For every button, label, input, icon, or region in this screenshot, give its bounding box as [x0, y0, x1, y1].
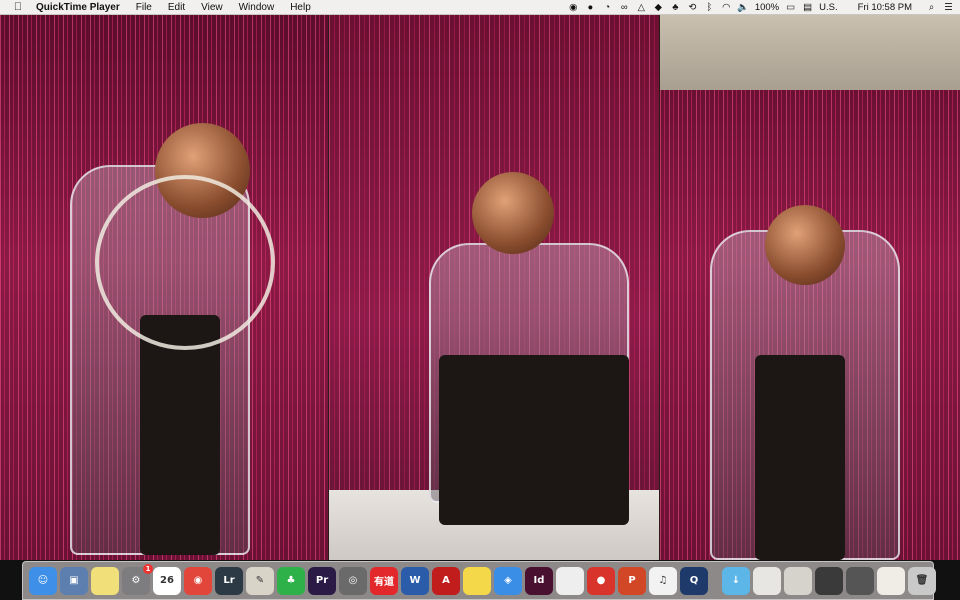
menu-window[interactable]: Window: [231, 0, 283, 15]
dock-glyph: 有道: [374, 577, 394, 588]
textedit-icon[interactable]: [556, 566, 584, 595]
window-thumb-icon[interactable]: [815, 566, 843, 595]
dock-glyph: 26: [160, 575, 174, 586]
quicktime-video-frame[interactable]: [0, 15, 960, 560]
menu-help[interactable]: Help: [282, 0, 319, 15]
downloads-folder-icon[interactable]: ↓: [722, 566, 750, 595]
dock-glyph: Q: [689, 575, 699, 586]
voice-memos-icon[interactable]: ●: [587, 566, 615, 595]
dock-glyph: ◈: [504, 575, 512, 586]
itunes-icon[interactable]: ♫: [649, 566, 677, 595]
dropbox-icon[interactable]: ◆: [653, 2, 664, 13]
battery-percent[interactable]: 100%: [755, 2, 779, 13]
dock-glyph: ↓: [731, 575, 741, 586]
app-menu[interactable]: QuickTime Player: [26, 0, 128, 15]
dock-glyph: P: [628, 575, 636, 586]
menu-view[interactable]: View: [193, 0, 231, 15]
preview-icon[interactable]: ▣: [60, 566, 88, 595]
dock-glyph: ♫: [658, 575, 668, 586]
apple-menu-icon[interactable]: : [10, 1, 26, 13]
record-dot-icon[interactable]: ●: [585, 2, 596, 13]
dock-glyph: ☺: [37, 575, 49, 586]
youdao-icon[interactable]: 有道: [370, 566, 398, 595]
bluetooth-icon[interactable]: ᛒ: [704, 2, 715, 13]
wechat-icon[interactable]: ◔: [602, 2, 613, 13]
document-thumb-icon[interactable]: [877, 566, 905, 595]
menu-bar-extras: ◉ ● ◔ ∞ △ ◆ ♣ ⟲ ᛒ ◠ 🔈 100% ▭ ▤ U.S. Fri …: [568, 0, 954, 15]
premiere-icon[interactable]: Pr: [308, 566, 336, 595]
performer-left-hose: [95, 175, 275, 350]
dock-glyph: ✎: [255, 575, 265, 586]
dock: ☺ ▣ ⚙ 1 26 ◉ Lr ✎ ♣ Pr ◎ 有道 W A ◈ Id ● P ♫ Q ↓ 🗑: [22, 561, 936, 600]
word-icon[interactable]: W: [401, 566, 429, 595]
dock-glyph: Pr: [315, 575, 329, 586]
dock-glyph: A: [442, 575, 450, 586]
system-preferences-icon[interactable]: ⚙ 1: [122, 563, 153, 595]
notes-icon[interactable]: [463, 566, 491, 595]
dock-glyph: ◎: [348, 575, 358, 586]
screenshot-thumb-icon[interactable]: [753, 566, 781, 595]
acrobat-icon[interactable]: A: [432, 566, 460, 595]
video-panel-center: [329, 15, 660, 560]
dock-glyph: ●: [596, 575, 606, 586]
stickies-icon[interactable]: [91, 566, 119, 595]
powerpoint-icon[interactable]: P: [618, 566, 646, 595]
dock-glyph: Lr: [223, 575, 235, 586]
indesign-icon[interactable]: Id: [525, 566, 553, 595]
menu-bar-left:  QuickTime Player File Edit View Window…: [0, 0, 319, 15]
chrome-icon[interactable]: ◉: [184, 566, 212, 595]
notification-center-icon[interactable]: ☰: [943, 2, 954, 13]
input-source[interactable]: U.S.: [819, 2, 837, 13]
dock-glyph: ◉: [193, 575, 203, 586]
menu-clock[interactable]: Fri 10:58 PM: [858, 2, 912, 13]
quicktime-icon[interactable]: Q: [680, 566, 708, 595]
video-panel-left: [0, 15, 329, 560]
menu-bar:  QuickTime Player File Edit View Window…: [0, 0, 960, 15]
screenshot-thumb-icon[interactable]: [784, 566, 812, 595]
battery-icon[interactable]: ▭: [785, 2, 796, 13]
dock-glyph: Id: [533, 575, 545, 586]
wall-top: [660, 15, 960, 90]
video-panel-right: [660, 15, 960, 560]
us-flag-icon[interactable]: ▤: [802, 2, 813, 13]
dock-glyph: ▣: [69, 575, 79, 586]
performer-right-legs: [755, 355, 845, 560]
dock-glyph: W: [409, 575, 421, 586]
notification-badge: 1: [143, 563, 153, 574]
disk-utility-icon[interactable]: ◎: [339, 566, 367, 595]
menu-edit[interactable]: Edit: [160, 0, 193, 15]
performer-center-legs: [439, 355, 629, 525]
evernote-menu-icon[interactable]: ♣: [670, 2, 681, 13]
creative-cloud-icon[interactable]: ∞: [619, 2, 630, 13]
dock-glyph: 🗑: [915, 575, 929, 586]
window-thumb-icon[interactable]: [846, 566, 874, 595]
finder-icon[interactable]: ☺: [29, 566, 57, 595]
performer-left-legs: [140, 315, 220, 555]
lightroom-icon[interactable]: Lr: [215, 566, 243, 595]
time-machine-icon[interactable]: ⟲: [687, 2, 698, 13]
dock-glyph: ♣: [286, 575, 296, 586]
evernote-icon[interactable]: ♣: [277, 566, 305, 595]
wifi-icon[interactable]: ◠: [721, 2, 732, 13]
dock-glyph: ⚙: [131, 575, 141, 586]
menu-file[interactable]: File: [128, 0, 160, 15]
calendar-icon[interactable]: 26: [153, 566, 181, 595]
script-editor-icon[interactable]: ✎: [246, 566, 274, 595]
performer-center-head: [472, 172, 554, 254]
google-drive-icon[interactable]: △: [636, 2, 647, 13]
safari-icon[interactable]: ◈: [494, 566, 522, 595]
trash-icon[interactable]: 🗑: [908, 566, 936, 595]
performer-right-head: [765, 205, 845, 285]
spotlight-search-icon[interactable]: ⌕: [926, 2, 937, 13]
record-stop-icon[interactable]: ◉: [568, 2, 579, 13]
volume-icon[interactable]: 🔈: [737, 2, 749, 13]
